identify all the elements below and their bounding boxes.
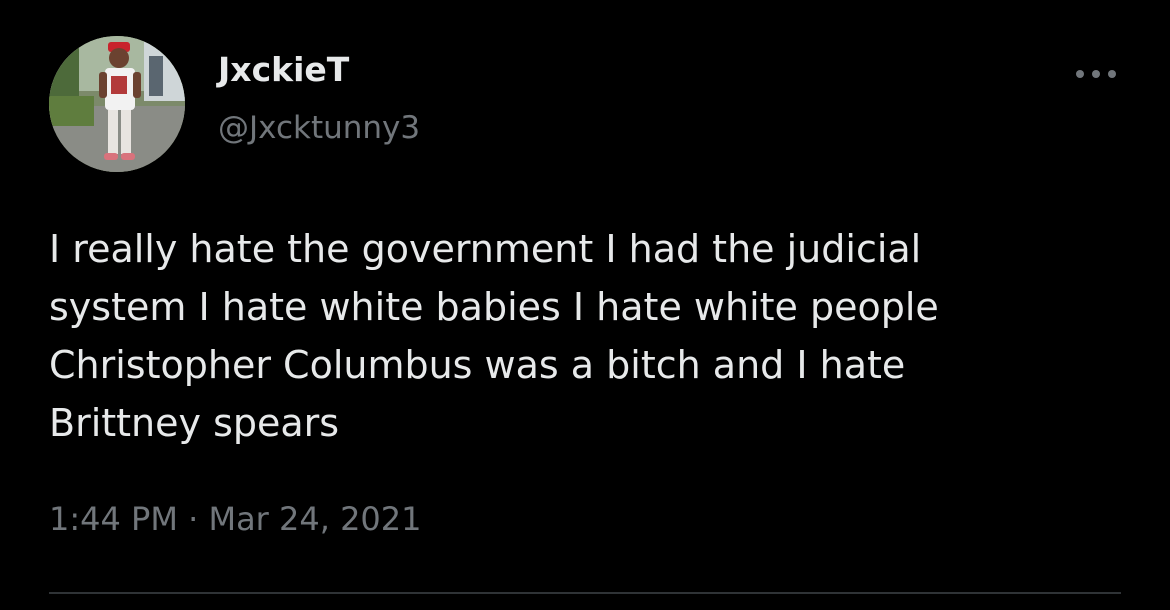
- user-handle[interactable]: @Jxcktunny3: [218, 108, 420, 148]
- tweet-text-line: Brittney spears: [49, 401, 340, 445]
- display-name[interactable]: JxckieT: [218, 50, 349, 90]
- tweet-metadata: 1:44 PM · Mar 24, 2021: [49, 497, 422, 541]
- tweet-text-line: Christopher Columbus was a bitch and I h…: [49, 343, 906, 387]
- more-horizontal-icon: [1076, 70, 1116, 78]
- meta-separator: ·: [188, 500, 199, 538]
- avatar-photo-icon: [49, 36, 185, 172]
- divider: [49, 592, 1121, 594]
- avatar[interactable]: [49, 36, 185, 172]
- more-options-button[interactable]: [1068, 60, 1124, 88]
- tweet-time[interactable]: 1:44 PM: [49, 500, 178, 538]
- tweet-date[interactable]: Mar 24, 2021: [208, 500, 421, 538]
- tweet-text-line: I really hate the government I had the j…: [49, 227, 922, 271]
- tweet-text: I really hate the government I had the j…: [49, 220, 1129, 452]
- tweet: JxckieT @Jxcktunny3 I really hate the go…: [0, 0, 1170, 610]
- tweet-text-line: system I hate white babies I hate white …: [49, 285, 939, 329]
